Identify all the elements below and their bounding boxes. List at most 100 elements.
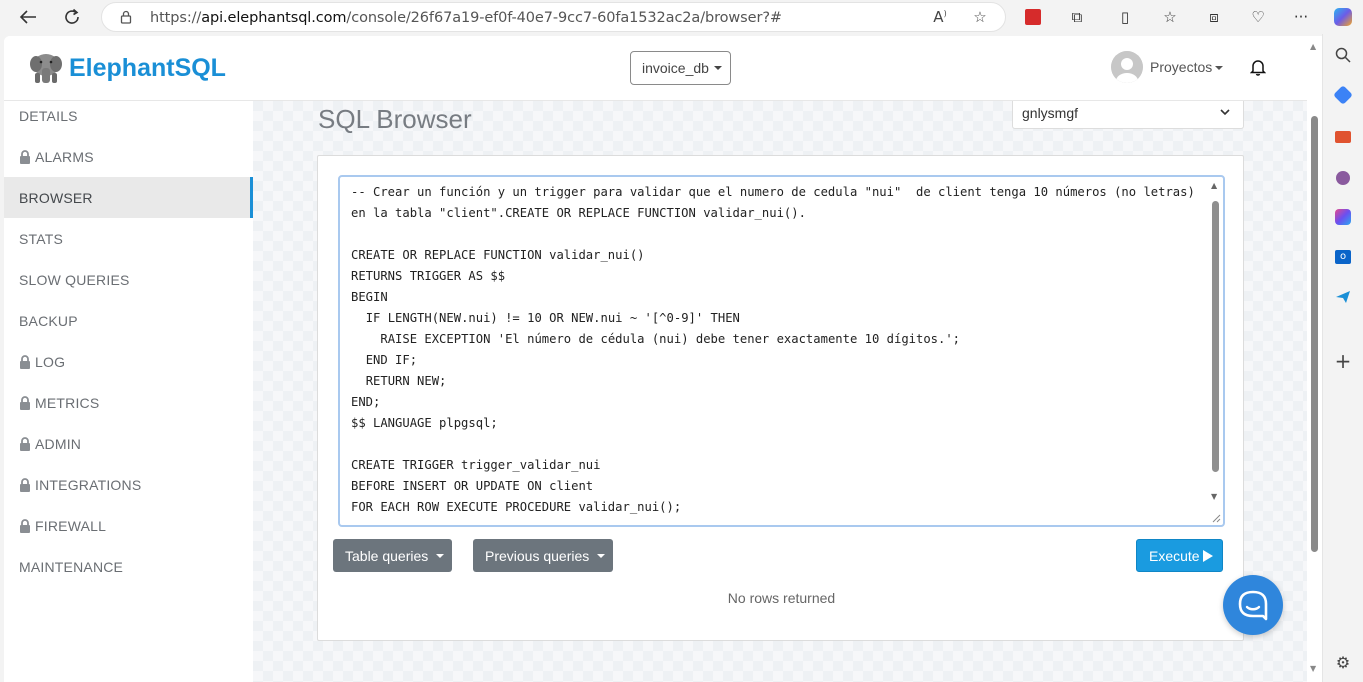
elephant-logo-icon[interactable] (28, 50, 64, 86)
web-page: ElephantSQL invoice_db Proyectos DETAILS… (4, 36, 1307, 682)
games-icon[interactable] (1332, 167, 1354, 189)
lock-icon (20, 436, 30, 451)
sidebar-item-slow-queries[interactable]: SLOW QUERIES (4, 259, 253, 300)
sidebar-item-label: INTEGRATIONS (35, 476, 142, 493)
database-select[interactable]: invoice_db (630, 51, 731, 85)
execute-button[interactable]: Execute (1136, 539, 1223, 572)
browser-essentials-icon[interactable]: ♡ (1247, 6, 1269, 28)
add-icon[interactable]: + (1332, 349, 1354, 373)
sidebar-item-integrations[interactable]: INTEGRATIONS (4, 464, 253, 505)
database-select-value: invoice_db (642, 60, 709, 76)
sidebar-item-label: BROWSER (19, 189, 93, 206)
settings-gear-icon[interactable]: ⚙ (1332, 651, 1354, 673)
extension-red-icon[interactable] (1022, 6, 1044, 28)
editor-scroll-thumb[interactable] (1212, 201, 1219, 472)
caret-down-icon (713, 66, 722, 70)
sidebar-item-label: STATS (19, 230, 64, 247)
top-navbar: ElephantSQL invoice_db Proyectos (4, 36, 1307, 101)
resize-handle-icon[interactable] (1211, 513, 1221, 523)
avatar[interactable] (1111, 51, 1143, 83)
lock-icon (20, 518, 30, 533)
refresh-icon[interactable] (58, 4, 86, 30)
bell-icon[interactable] (1250, 58, 1266, 76)
caret-down-icon (1215, 66, 1224, 71)
tools-icon[interactable] (1332, 126, 1354, 148)
chevron-down-icon (1220, 109, 1230, 116)
scroll-up-arrow-icon[interactable]: ▲ (1211, 181, 1217, 190)
execute-label: Execute (1149, 547, 1200, 564)
server-select-value: gnlysmgf (1022, 105, 1079, 121)
play-icon (1202, 549, 1213, 562)
scroll-down-arrow-icon[interactable]: ▼ (1211, 492, 1217, 501)
account-menu-label: Proyectos (1150, 59, 1213, 75)
scroll-down-arrow-icon[interactable]: ▼ (1310, 664, 1316, 673)
url-path: /console/26f67a19-ef0f-40e7-9cc7-60fa153… (346, 10, 782, 26)
url-text[interactable]: https://api.elephantsql.com/console/26f6… (150, 10, 782, 26)
sidebar-nav: DETAILS ALARMS BROWSER STATS SLOW QUERIE… (4, 101, 253, 682)
back-icon[interactable] (14, 4, 42, 30)
outlook-icon[interactable]: o (1332, 246, 1354, 268)
more-menu-icon[interactable]: ··· (1290, 6, 1312, 28)
sidebar-item-label: DETAILS (19, 107, 78, 124)
lock-icon (20, 395, 30, 410)
previous-queries-button[interactable]: Previous queries (473, 539, 613, 572)
extensions-puzzle-icon[interactable]: ⧉ (1066, 6, 1088, 28)
chat-bubble-icon (1238, 590, 1268, 621)
sql-query-textarea[interactable]: -- Crear un función y un trigger para va… (338, 175, 1225, 527)
sidebar-item-backup[interactable]: BACKUP (4, 300, 253, 341)
result-status: No rows returned (727, 590, 836, 606)
sidebar-item-firewall[interactable]: FIREWALL (4, 505, 253, 546)
sidebar-item-label: FIREWALL (35, 517, 107, 534)
lock-icon (20, 149, 30, 164)
table-queries-label: Table queries (345, 547, 429, 564)
edge-sidebar: o + ⚙ (1322, 34, 1363, 682)
caret-down-icon (436, 553, 445, 558)
office-icon[interactable] (1332, 206, 1354, 228)
lock-icon (20, 354, 30, 369)
sidebar-item-maintenance[interactable]: MAINTENANCE (4, 546, 253, 587)
page-scrollbar[interactable]: ▲ ▼ (1307, 36, 1322, 682)
sidebar-item-label: ADMIN (35, 435, 82, 452)
sidebar-item-label: MAINTENANCE (19, 558, 124, 575)
url-host: api.elephantsql.com (201, 10, 347, 26)
sidebar-item-stats[interactable]: STATS (4, 218, 253, 259)
caret-down-icon (597, 553, 606, 558)
sidebar-item-admin[interactable]: ADMIN (4, 423, 253, 464)
sidebar-item-label: ALARMS (35, 148, 94, 165)
sidebar-item-label: METRICS (35, 394, 100, 411)
query-panel: -- Crear un función y un trigger para va… (317, 155, 1244, 641)
table-queries-button[interactable]: Table queries (333, 539, 452, 572)
copilot-icon[interactable] (1332, 6, 1354, 28)
account-menu[interactable]: Proyectos (1150, 59, 1224, 75)
page-scroll-thumb[interactable] (1311, 116, 1318, 552)
scroll-up-arrow-icon[interactable]: ▲ (1310, 42, 1316, 51)
sidebar-item-label: BACKUP (19, 312, 78, 329)
sidebar-item-details[interactable]: DETAILS (4, 95, 253, 136)
browser-toolbar: https://api.elephantsql.com/console/26f6… (0, 0, 1363, 34)
favorites-icon[interactable]: ☆ (1159, 6, 1181, 28)
send-icon[interactable] (1332, 286, 1354, 308)
lock-icon[interactable] (119, 10, 133, 24)
search-icon[interactable] (1332, 44, 1354, 66)
brand-name[interactable]: ElephantSQL (69, 54, 226, 83)
sidebar-item-label: SLOW QUERIES (19, 271, 130, 288)
main-content: SQL Browser gnlysmgf -- Crear un función… (253, 101, 1307, 682)
favorite-star-icon[interactable]: ☆ (970, 8, 990, 28)
editor-scrollbar[interactable]: ▲ ▼ (1208, 179, 1223, 523)
sidebar-item-metrics[interactable]: METRICS (4, 382, 253, 423)
collections-icon[interactable]: ⧈ (1203, 6, 1225, 28)
sql-query-text[interactable]: -- Crear un función y un trigger para va… (351, 182, 1201, 518)
sidebar-item-log[interactable]: LOG (4, 341, 253, 382)
server-select[interactable]: gnlysmgf (1012, 101, 1244, 129)
sidebar-item-label: LOG (35, 353, 66, 370)
page-title: SQL Browser (318, 104, 472, 134)
previous-queries-label: Previous queries (485, 547, 590, 564)
shopping-tag-icon[interactable] (1332, 84, 1354, 106)
read-aloud-icon[interactable]: A) (930, 8, 950, 28)
sidebar-item-alarms[interactable]: ALARMS (4, 136, 253, 177)
chat-support-button[interactable] (1223, 575, 1283, 635)
split-screen-icon[interactable]: ▯ (1114, 6, 1136, 28)
address-bar[interactable]: https://api.elephantsql.com/console/26f6… (101, 2, 1006, 32)
sidebar-item-browser[interactable]: BROWSER (4, 177, 253, 218)
url-prefix: https:// (150, 10, 202, 26)
